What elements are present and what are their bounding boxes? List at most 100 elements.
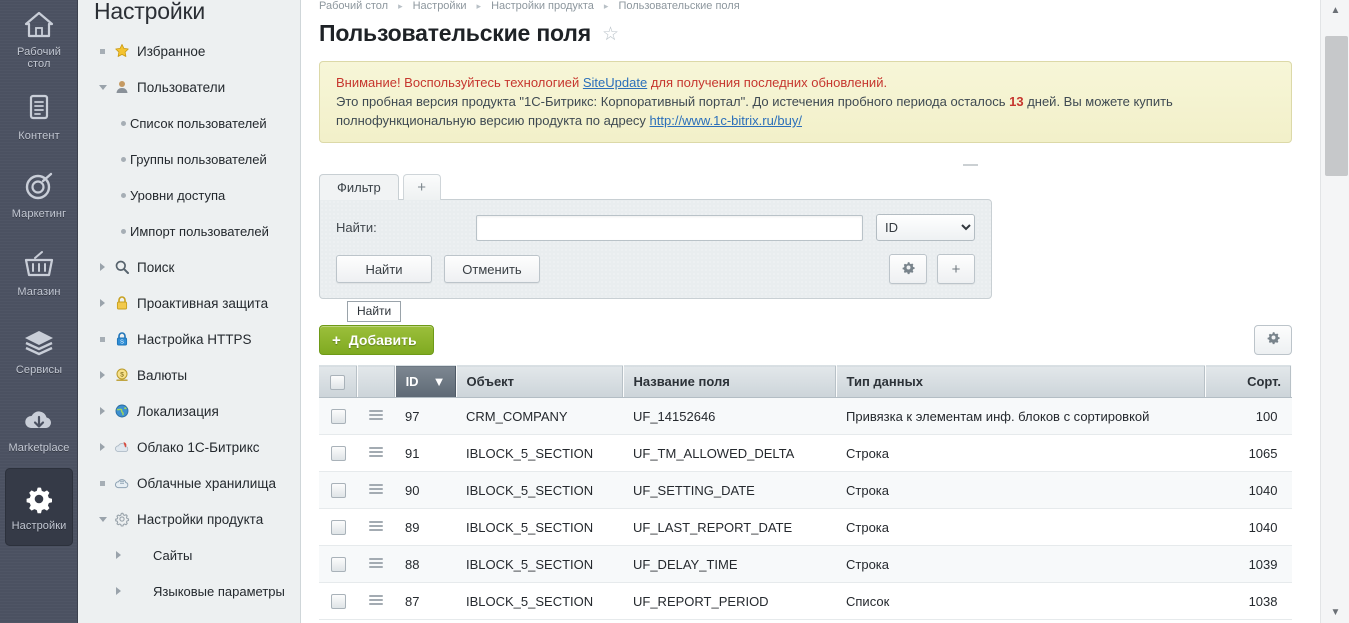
cancel-button[interactable]: Отменить [444, 255, 540, 283]
column-header-object[interactable]: Объект [456, 365, 624, 398]
rail-item-desktop[interactable]: Рабочий стол [0, 0, 78, 78]
triangle-right-icon[interactable] [94, 443, 111, 451]
row-menu-icon[interactable] [369, 482, 383, 496]
minimize-filter-icon[interactable]: — [963, 157, 978, 172]
rail-item-marketing[interactable]: Маркетинг [0, 156, 78, 234]
column-header-data-type[interactable]: Тип данных [836, 365, 1206, 398]
row-checkbox[interactable] [330, 594, 346, 610]
menu-item-search[interactable]: Поиск [78, 249, 300, 285]
menu-item-proactive-protection[interactable]: Проактивная защита [78, 285, 300, 321]
table-row[interactable]: 88 IBLOCK_5_SECTION UF_DELAY_TIME Строка… [319, 545, 1292, 583]
table-row[interactable]: 90 IBLOCK_5_SECTION UF_SETTING_DATE Стро… [319, 471, 1292, 509]
row-select-cell[interactable] [319, 545, 357, 583]
triangle-down-icon[interactable] [94, 516, 111, 522]
scroll-down-button[interactable]: ▼ [1321, 602, 1349, 623]
row-checkbox[interactable] [330, 520, 346, 536]
row-menu-icon[interactable] [369, 445, 383, 459]
table-row[interactable]: 97 CRM_COMPANY UF_14152646 Привязка к эл… [319, 397, 1292, 435]
menu-item-product-settings[interactable]: Настройки продукта [78, 501, 300, 537]
table-row[interactable]: 89 IBLOCK_5_SECTION UF_LAST_REPORT_DATE … [319, 508, 1292, 546]
triangle-right-icon[interactable] [94, 263, 111, 271]
table-row[interactable]: 91 IBLOCK_5_SECTION UF_TM_ALLOWED_DELTA … [319, 434, 1292, 472]
row-select-cell[interactable] [319, 471, 357, 509]
menu-item-sites[interactable]: Сайты [78, 537, 300, 573]
triangle-right-icon[interactable] [110, 587, 127, 595]
scrollbar-thumb[interactable] [1325, 36, 1348, 176]
breadcrumb-item-2[interactable]: Настройки продукта [491, 0, 594, 12]
row-menu-icon[interactable] [369, 556, 383, 570]
warning-line1-prefix: Внимание! Воспользуйтесь технологией [336, 75, 583, 90]
rail-item-label: Настройки [11, 519, 67, 532]
row-menu-icon[interactable] [369, 519, 383, 533]
menu-item-users[interactable]: Пользователи [78, 69, 300, 105]
gear-icon [111, 511, 133, 527]
column-header-id[interactable]: ID ▼ [395, 365, 457, 398]
row-actions-cell[interactable] [357, 471, 395, 509]
select-all-checkbox[interactable] [330, 374, 346, 390]
triangle-down-icon[interactable] [94, 84, 111, 90]
menu-item-currencies[interactable]: $ Валюты [78, 357, 300, 393]
add-filter-tab-button[interactable]: + [402, 174, 441, 200]
menu-item-https-settings[interactable]: S Настройка HTTPS [78, 321, 300, 357]
rail-item-settings[interactable]: Настройки [5, 468, 73, 546]
row-checkbox[interactable] [330, 409, 346, 425]
triangle-right-icon[interactable] [94, 299, 111, 307]
buy-link[interactable]: http://www.1c-bitrix.ru/buy/ [650, 113, 802, 128]
find-button[interactable]: Найти [336, 255, 432, 283]
menu-item-user-list[interactable]: Список пользователей [78, 105, 300, 141]
rail-item-shop[interactable]: Магазин [0, 234, 78, 312]
row-select-cell[interactable] [319, 397, 357, 435]
warning-line1-suffix: для получения последних обновлений. [647, 75, 888, 90]
row-menu-icon[interactable] [369, 593, 383, 607]
row-actions-cell[interactable] [357, 434, 395, 472]
row-actions-cell[interactable] [357, 582, 395, 620]
scroll-up-button[interactable]: ▲ [1321, 0, 1349, 21]
column-header-sort[interactable]: Сорт. [1205, 365, 1292, 398]
star-outline-icon[interactable]: ☆ [602, 25, 619, 44]
menu-item-user-import[interactable]: Импорт пользователей [78, 213, 300, 249]
row-select-cell[interactable] [319, 582, 357, 620]
siteupdate-link[interactable]: SiteUpdate [583, 75, 647, 90]
breadcrumb-item-1[interactable]: Настройки [413, 0, 467, 12]
breadcrumb-item-0[interactable]: Рабочий стол [319, 0, 388, 12]
grid-settings-button[interactable] [1254, 325, 1292, 355]
row-actions-cell[interactable] [357, 545, 395, 583]
menu-item-language-params[interactable]: Языковые параметры [78, 573, 300, 609]
triangle-right-icon[interactable] [110, 551, 127, 559]
row-checkbox[interactable] [330, 446, 346, 462]
select-all-header[interactable] [319, 365, 358, 398]
column-header-field-name[interactable]: Название поля [623, 365, 837, 398]
add-filter-button[interactable]: + [937, 254, 975, 284]
grid-header-row: ID ▼ Объект Название поля Тип данных Сор… [319, 365, 1292, 398]
vertical-scrollbar[interactable]: ▲ ▼ [1320, 0, 1349, 623]
cell-field-name: UF_LAST_REPORT_DATE [623, 508, 836, 546]
menu-item-label: Пользователи [137, 79, 226, 95]
rail-item-content[interactable]: Контент [0, 78, 78, 156]
triangle-right-icon[interactable] [94, 371, 111, 379]
search-field-select[interactable]: ID [876, 214, 975, 241]
add-button[interactable]: + Добавить [319, 325, 434, 355]
search-input[interactable] [476, 214, 863, 241]
menu-item-favorites[interactable]: Избранное [78, 33, 300, 69]
row-select-cell[interactable] [319, 434, 357, 472]
menu-item-user-groups[interactable]: Группы пользователей [78, 141, 300, 177]
row-select-cell[interactable] [319, 508, 357, 546]
globe-icon [111, 403, 133, 419]
menu-item-cloud-storage[interactable]: Облачные хранилища [78, 465, 300, 501]
menu-item-localization[interactable]: Локализация [78, 393, 300, 429]
menu-item-bitrix-cloud[interactable]: Облако 1С-Битрикс [78, 429, 300, 465]
trial-days-left: 13 [1009, 94, 1024, 109]
rail-item-services[interactable]: Сервисы [0, 312, 78, 390]
cell-id: 91 [395, 434, 456, 472]
rail-item-marketplace[interactable]: Marketplace [0, 390, 78, 468]
row-menu-icon[interactable] [369, 408, 383, 422]
menu-item-access-levels[interactable]: Уровни доступа [78, 177, 300, 213]
row-checkbox[interactable] [330, 483, 346, 499]
triangle-right-icon[interactable] [94, 407, 111, 415]
tab-filter[interactable]: Фильтр [319, 174, 399, 200]
row-checkbox[interactable] [330, 557, 346, 573]
filter-settings-button[interactable] [889, 254, 927, 284]
row-actions-cell[interactable] [357, 397, 395, 435]
table-row[interactable]: 87 IBLOCK_5_SECTION UF_REPORT_PERIOD Спи… [319, 582, 1292, 620]
row-actions-cell[interactable] [357, 508, 395, 546]
